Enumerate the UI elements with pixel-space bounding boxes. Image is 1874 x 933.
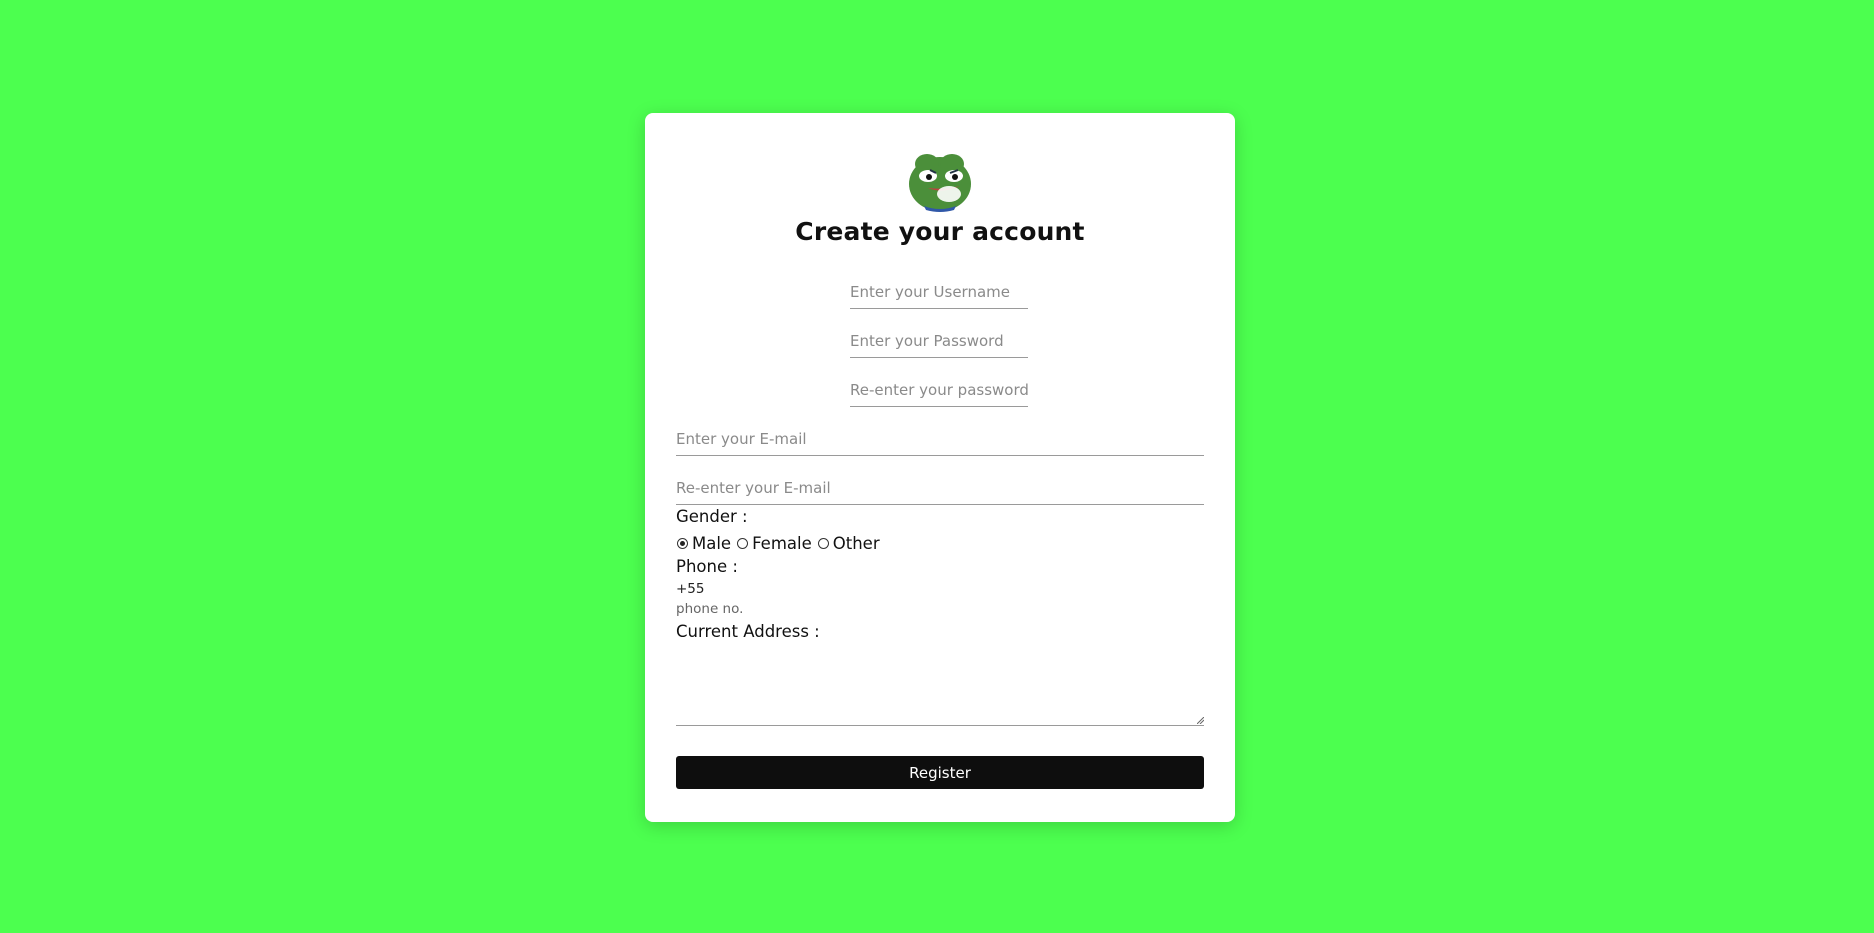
phone-label: Phone : xyxy=(676,557,738,576)
page-title: Create your account xyxy=(795,217,1085,246)
phone-number-input[interactable]: phone no. xyxy=(676,601,743,617)
register-button[interactable]: Register xyxy=(676,756,1204,789)
repassword-input[interactable] xyxy=(850,379,1028,407)
gender-option-label: Female xyxy=(752,533,812,553)
password-input[interactable] xyxy=(850,330,1028,358)
address-textarea[interactable] xyxy=(676,643,1204,726)
phone-country-code[interactable]: +55 xyxy=(676,581,705,597)
gender-label: Gender : xyxy=(676,507,748,526)
gender-radio-male[interactable] xyxy=(677,537,688,549)
address-label: Current Address : xyxy=(676,622,820,641)
username-input[interactable] xyxy=(850,281,1028,309)
email-input[interactable] xyxy=(676,428,1204,456)
reemail-input[interactable] xyxy=(676,477,1204,505)
resize-grip-icon[interactable] xyxy=(1197,717,1204,724)
gender-option-label: Male xyxy=(692,533,732,553)
frog-avatar-icon xyxy=(909,154,971,212)
gender-radio-group: Male Female Other xyxy=(676,532,885,554)
gender-radio-female[interactable] xyxy=(737,537,749,549)
register-card: Create your account Gender : Male Female… xyxy=(645,113,1235,822)
gender-option-label: Other xyxy=(832,533,880,553)
gender-radio-other[interactable] xyxy=(817,537,829,549)
